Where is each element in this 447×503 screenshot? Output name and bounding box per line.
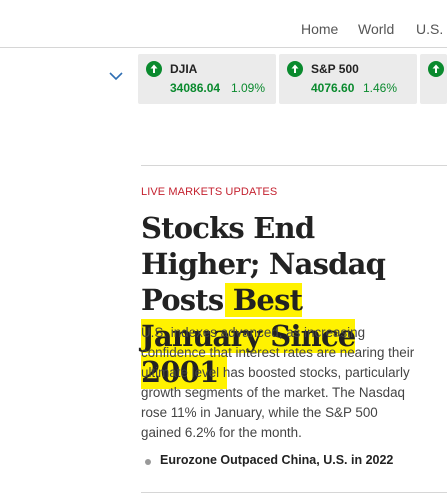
- ticker-value: 34086.04: [170, 81, 221, 95]
- top-navigation: Home World U.S.: [0, 0, 447, 48]
- bullet-icon: [145, 459, 151, 465]
- arrow-up-circle-icon: [428, 61, 444, 77]
- ticker-djia[interactable]: DJIA 34086.04 1.09%: [138, 54, 276, 104]
- ticker-change: 1.09%: [231, 81, 266, 95]
- section-divider-bottom: [141, 492, 447, 493]
- nav-home-link[interactable]: Home: [301, 21, 338, 37]
- ticker-change: 1.46%: [363, 81, 398, 95]
- article-kicker[interactable]: LIVE MARKETS UPDATES: [141, 186, 277, 198]
- nav-world-link[interactable]: World: [358, 21, 394, 37]
- ticker-name: S&P 500: [311, 62, 359, 76]
- arrow-up-circle-icon: [287, 61, 303, 77]
- nav-us-link[interactable]: U.S.: [416, 21, 443, 37]
- ticker-sp500[interactable]: S&P 500 4076.60 1.46%: [279, 54, 417, 104]
- ticker-name: DJIA: [170, 62, 198, 76]
- ticker-value: 4076.60: [311, 81, 355, 95]
- article-summary: U.S. indexes advanced, as increasing con…: [141, 325, 415, 440]
- ticker-next-partial[interactable]: [420, 54, 447, 104]
- section-divider: [141, 165, 447, 166]
- chevron-down-icon[interactable]: [108, 70, 124, 82]
- related-article-link[interactable]: Eurozone Outpaced China, U.S. in 2022: [160, 453, 393, 467]
- arrow-up-circle-icon: [146, 61, 162, 77]
